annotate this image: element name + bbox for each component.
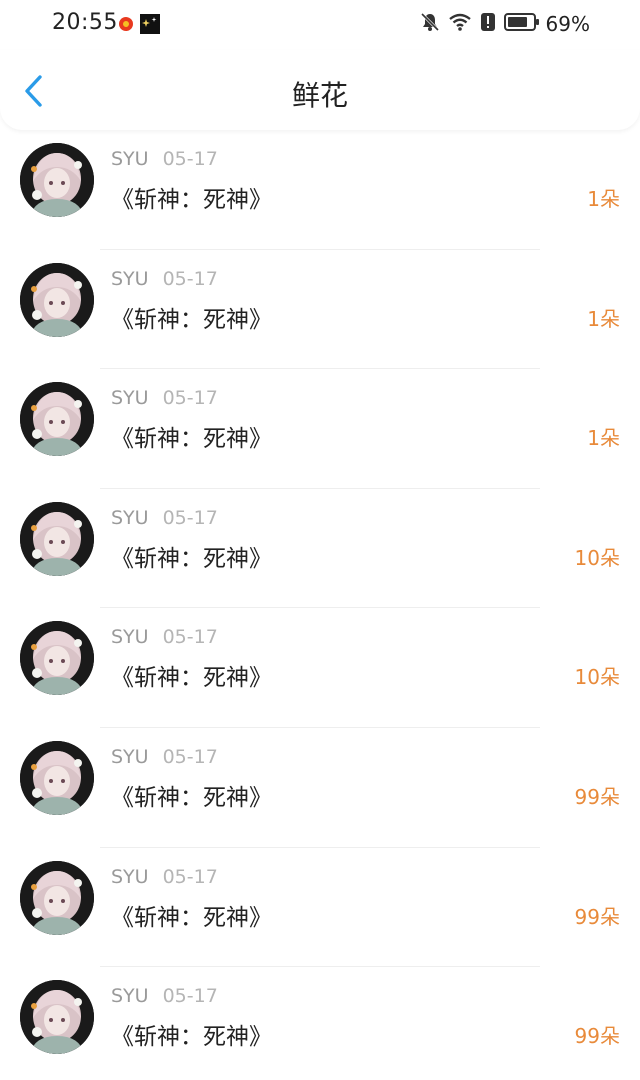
username: SYU (111, 865, 149, 888)
alert-icon (480, 12, 496, 36)
record-meta: SYU 05-17 (111, 746, 218, 768)
record-date: 05-17 (162, 506, 218, 529)
book-title[interactable]: 《斩神：死神》 (111, 539, 272, 573)
flower-count: 1朵 (587, 187, 620, 211)
flower-count: 99朵 (574, 904, 620, 929)
flower-count: 1朵 (587, 306, 620, 331)
username: SYU (111, 387, 149, 410)
book-title[interactable]: 《斩神：死神》 (111, 180, 272, 214)
book-title[interactable]: 《斩神：死神》 (111, 778, 272, 812)
record-date: 05-17 (162, 148, 218, 170)
list-item[interactable]: SYU 05-17 《斩神：死神》 10朵 (0, 489, 640, 609)
avatar[interactable] (20, 143, 94, 217)
record-date: 05-17 (162, 865, 218, 888)
flower-records-list[interactable]: SYU 05-17 《斩神：死神》 1朵 SYU 05-17 《斩神：死神》 1朵 … (0, 130, 640, 1080)
list-item[interactable]: SYU 05-17 《斩神：死神》 99朵 (0, 728, 640, 848)
username: SYU (111, 506, 149, 529)
list-item[interactable]: SYU 05-17 《斩神：死神》 10朵 (0, 608, 640, 728)
username: SYU (111, 626, 149, 649)
list-item[interactable]: SYU 05-17 《斩神：死神》 1朵 (0, 369, 640, 489)
avatar[interactable] (20, 262, 94, 337)
record-meta: SYU 05-17 (111, 148, 218, 170)
avatar[interactable] (20, 382, 94, 457)
record-meta: SYU 05-17 (111, 387, 218, 409)
record-date: 05-17 (162, 745, 218, 768)
avatar[interactable] (20, 621, 94, 696)
flower-count: 99朵 (574, 1024, 620, 1049)
username: SYU (111, 985, 149, 1008)
page-title: 鲜花 (291, 79, 348, 112)
book-title[interactable]: 《斩神：死神》 (111, 658, 272, 692)
list-item[interactable]: SYU 05-17 《斩神：死神》 99朵 (0, 848, 640, 968)
book-title[interactable]: 《斩神：死神》 (111, 300, 272, 334)
record-meta: SYU 05-17 (111, 626, 218, 648)
list-item[interactable]: SYU 05-17 《斩神：死神》 1朵 (0, 250, 640, 370)
list-item[interactable]: SYU 05-17 《斩神：死神》 1朵 (0, 130, 640, 250)
record-date: 05-17 (162, 626, 218, 649)
username: SYU (111, 148, 149, 170)
list-item[interactable]: SYU 05-17 《斩神：死神》 99朵 (0, 967, 640, 1080)
image-notification-icon (140, 14, 160, 38)
username: SYU (111, 267, 149, 290)
record-date: 05-17 (162, 985, 218, 1008)
flower-count: 1朵 (587, 426, 620, 451)
wifi-icon (448, 12, 472, 36)
avatar[interactable] (20, 860, 94, 935)
battery-icon (504, 13, 540, 35)
app-notification-icon (118, 16, 134, 36)
status-bar: 20:55 69% (0, 0, 640, 50)
status-time: 20:55 (52, 10, 118, 35)
muted-bell-icon (420, 12, 440, 36)
flower-count: 10朵 (574, 665, 620, 690)
record-meta: SYU 05-17 (111, 507, 218, 529)
book-title[interactable]: 《斩神：死神》 (111, 419, 272, 453)
battery-percentage: 69% (545, 12, 590, 36)
system-status-icons (420, 12, 540, 36)
book-title[interactable]: 《斩神：死神》 (111, 1017, 272, 1051)
record-meta: SYU 05-17 (111, 268, 218, 290)
record-date: 05-17 (162, 387, 218, 410)
username: SYU (111, 745, 149, 768)
flower-count: 10朵 (574, 545, 620, 570)
nav-header: 鲜花 (0, 50, 640, 130)
avatar[interactable] (20, 740, 94, 815)
flower-count: 99朵 (574, 784, 620, 809)
record-date: 05-17 (162, 267, 218, 290)
book-title[interactable]: 《斩神：死神》 (111, 898, 272, 932)
record-meta: SYU 05-17 (111, 866, 218, 888)
notification-icons (118, 14, 160, 38)
record-meta: SYU 05-17 (111, 985, 218, 1007)
avatar[interactable] (20, 980, 94, 1055)
avatar[interactable] (20, 501, 94, 576)
